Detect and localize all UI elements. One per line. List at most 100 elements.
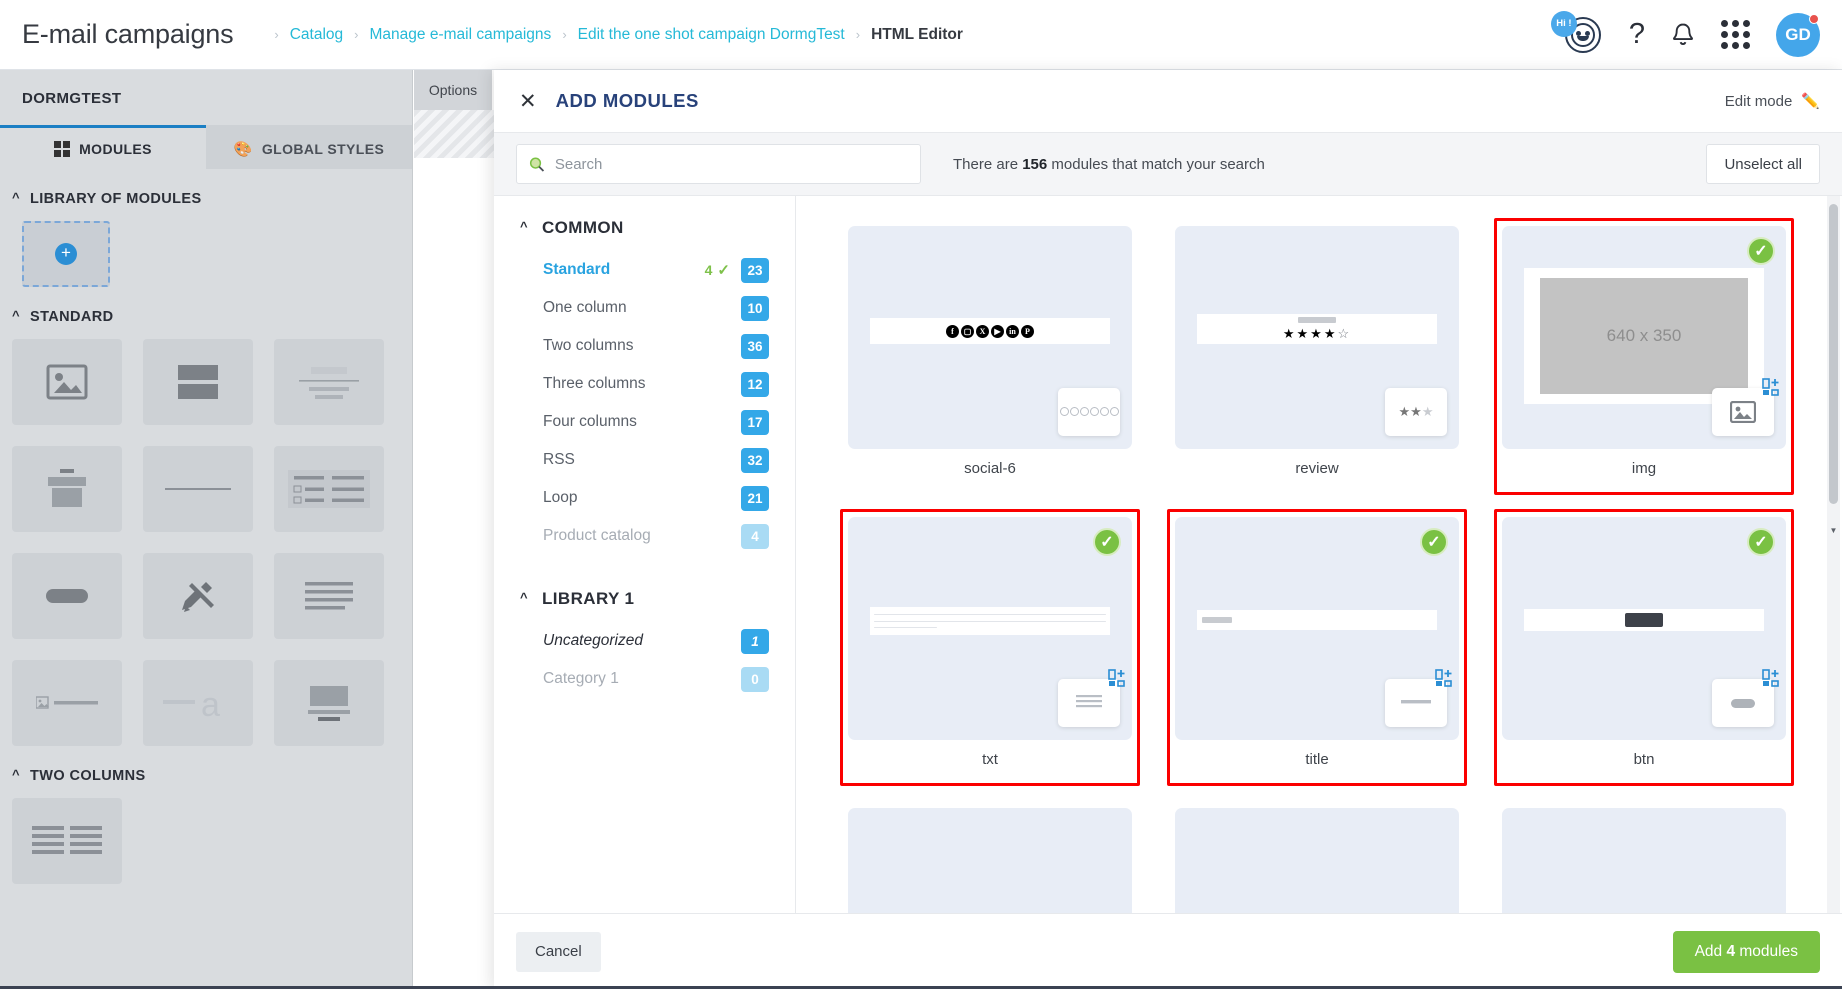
category-badge: 21: [741, 485, 769, 511]
category-badge: 32: [741, 447, 769, 473]
breadcrumb-item-edit-campaign[interactable]: Edit the one shot campaign DormgTest: [578, 26, 845, 44]
module-thumb-text-lines[interactable]: [274, 553, 384, 639]
breadcrumb-item-catalog[interactable]: Catalog: [290, 26, 343, 44]
category-item-category-1[interactable]: Category 1 0: [520, 660, 769, 698]
edit-mode-button[interactable]: Edit mode ✏️: [1724, 92, 1820, 111]
breadcrumb-item-manage-campaigns[interactable]: Manage e-mail campaigns: [370, 26, 552, 44]
help-button[interactable]: ?: [1629, 20, 1645, 49]
notifications-button[interactable]: [1671, 22, 1695, 48]
category-item-three-columns[interactable]: Three columns 12: [520, 365, 769, 403]
module-thumb-design-tools[interactable]: [143, 553, 253, 639]
module-card-review[interactable]: ★★★★☆ ★★★ review: [1167, 218, 1467, 495]
sidebar-tab-modules[interactable]: MODULES: [0, 125, 206, 169]
module-thumb-heading-divider[interactable]: [274, 339, 384, 425]
chevron-up-icon: ^: [520, 589, 528, 605]
module-mini-thumbnail: [1058, 388, 1120, 436]
module-thumb-image-text-inline[interactable]: [12, 660, 122, 746]
category-item-loop[interactable]: Loop 21: [520, 479, 769, 517]
module-thumb-image[interactable]: [12, 339, 122, 425]
category-group-library-1[interactable]: ^ LIBRARY 1: [520, 589, 769, 609]
selected-check-icon: ✓: [1747, 528, 1775, 556]
module-card-btn[interactable]: ✓ btn: [1494, 509, 1794, 786]
chatbot-button[interactable]: Hi !: [1550, 10, 1603, 57]
breadcrumb-separator: ›: [354, 27, 359, 42]
category-item-four-columns-label: Four columns: [543, 413, 637, 430]
chevron-up-icon: ^: [12, 189, 20, 205]
chevron-down-icon[interactable]: ▼: [1829, 526, 1838, 535]
sidebar-tab-global-styles[interactable]: 🎨 GLOBAL STYLES: [206, 125, 412, 169]
module-card-placeholder[interactable]: [1494, 800, 1794, 913]
social-icons-mini: [1059, 403, 1119, 421]
close-icon[interactable]: ✕: [513, 91, 543, 112]
module-card-label: img: [1631, 460, 1657, 477]
dialog-footer: Cancel Add 4 modules: [494, 913, 1842, 989]
category-item-rss[interactable]: RSS 32: [520, 441, 769, 479]
category-badge: 12: [741, 371, 769, 397]
sidebar-section-two-columns[interactable]: ^ TWO COLUMNS: [0, 746, 412, 798]
module-preview: ✓: [1502, 517, 1786, 740]
module-thumb-card[interactable]: [12, 446, 122, 532]
module-mini-thumbnail: [1058, 669, 1125, 727]
module-card-title[interactable]: ✓ title: [1167, 509, 1467, 786]
chevron-up-icon: ^: [12, 766, 20, 782]
category-group-common-label: COMMON: [542, 218, 624, 237]
scrollbar-thumb[interactable]: [1829, 204, 1838, 504]
category-group-common[interactable]: ^ COMMON: [520, 218, 769, 238]
avatar-notification-dot: [1809, 13, 1819, 24]
category-badge: 0: [741, 666, 769, 692]
add-library-module-button[interactable]: +: [22, 221, 110, 287]
breadcrumb-separator: ›: [855, 27, 861, 42]
module-thumb-list-details[interactable]: [274, 446, 384, 532]
sidebar-section-two-columns-label: TWO COLUMNS: [30, 768, 146, 784]
module-thumb-text-letter[interactable]: a: [143, 660, 253, 746]
category-item-two-columns[interactable]: Two columns 36: [520, 327, 769, 365]
module-thumb-button[interactable]: [12, 553, 122, 639]
module-card-txt[interactable]: ✓ txt: [840, 509, 1140, 786]
add-modules-dialog: ✕ ADD MODULES Edit mode ✏️ There are 156…: [494, 70, 1842, 989]
page-title: E-mail campaigns: [22, 19, 234, 49]
category-item-four-columns[interactable]: Four columns 17: [520, 403, 769, 441]
search-input[interactable]: [554, 155, 908, 173]
social-icons-row: f ▢ X ▶ in P: [870, 318, 1110, 344]
category-item-category-1-label: Category 1: [543, 670, 619, 687]
dialog-body: ^ COMMON Standard 4 ✓ 23 One column 10 T…: [494, 196, 1842, 913]
category-item-standard[interactable]: Standard 4 ✓ 23: [520, 251, 769, 289]
dialog-title: ADD MODULES: [555, 90, 699, 111]
sidebar-section-standard[interactable]: ^ STANDARD: [0, 287, 412, 339]
category-item-uncategorized[interactable]: Uncategorized 1: [520, 622, 769, 660]
module-thumb-separator[interactable]: [143, 446, 253, 532]
module-card-placeholder[interactable]: [840, 800, 1140, 913]
module-thumb-two-blocks[interactable]: [143, 339, 253, 425]
cancel-button[interactable]: Cancel: [516, 931, 601, 972]
tab-options[interactable]: Options: [414, 70, 492, 110]
module-card-img[interactable]: ✓ 640 x 350 img: [1494, 218, 1794, 495]
add-modules-button[interactable]: Add 4 modules: [1672, 930, 1820, 973]
module-thumb-video-caption[interactable]: [274, 660, 384, 746]
modules-grid: f ▢ X ▶ in P social-6 ★★★★☆ ★★★ review ✓…: [840, 218, 1826, 913]
modules-vertical-scrollbar[interactable]: ▼: [1827, 196, 1840, 913]
text-preview: [870, 607, 1110, 635]
sidebar-title: DORMGTEST: [22, 90, 122, 107]
user-menu-button[interactable]: GD: [1776, 12, 1820, 57]
unselect-all-button[interactable]: Unselect all: [1706, 144, 1820, 184]
add-module-badge-icon: [1108, 669, 1126, 692]
category-item-one-column[interactable]: One column 10: [520, 289, 769, 327]
pencil-icon: ✏️: [1801, 93, 1820, 110]
category-item-product-catalog[interactable]: Product catalog 4: [520, 517, 769, 555]
sidebar-section-library-of-modules[interactable]: ^ LIBRARY OF MODULES: [0, 169, 412, 221]
sidebar-section-library-label: LIBRARY OF MODULES: [30, 191, 202, 207]
search-box[interactable]: [516, 144, 921, 184]
dialog-header: ✕ ADD MODULES Edit mode ✏️: [494, 70, 1842, 133]
add-count: 4: [1726, 942, 1736, 960]
button-mini: [1731, 698, 1755, 708]
module-card-label: btn: [1633, 751, 1655, 768]
module-card-social-6[interactable]: f ▢ X ▶ in P social-6: [840, 218, 1140, 495]
category-badge: 4: [741, 523, 769, 549]
module-card-placeholder[interactable]: [1167, 800, 1467, 913]
module-thumb-two-columns-text[interactable]: [12, 798, 122, 884]
apps-menu-button[interactable]: [1721, 20, 1750, 49]
add-module-badge-icon: [1762, 378, 1780, 401]
search-icon: [529, 157, 545, 172]
module-preview: [1502, 808, 1786, 913]
edit-mode-label: Edit mode: [1724, 92, 1793, 110]
